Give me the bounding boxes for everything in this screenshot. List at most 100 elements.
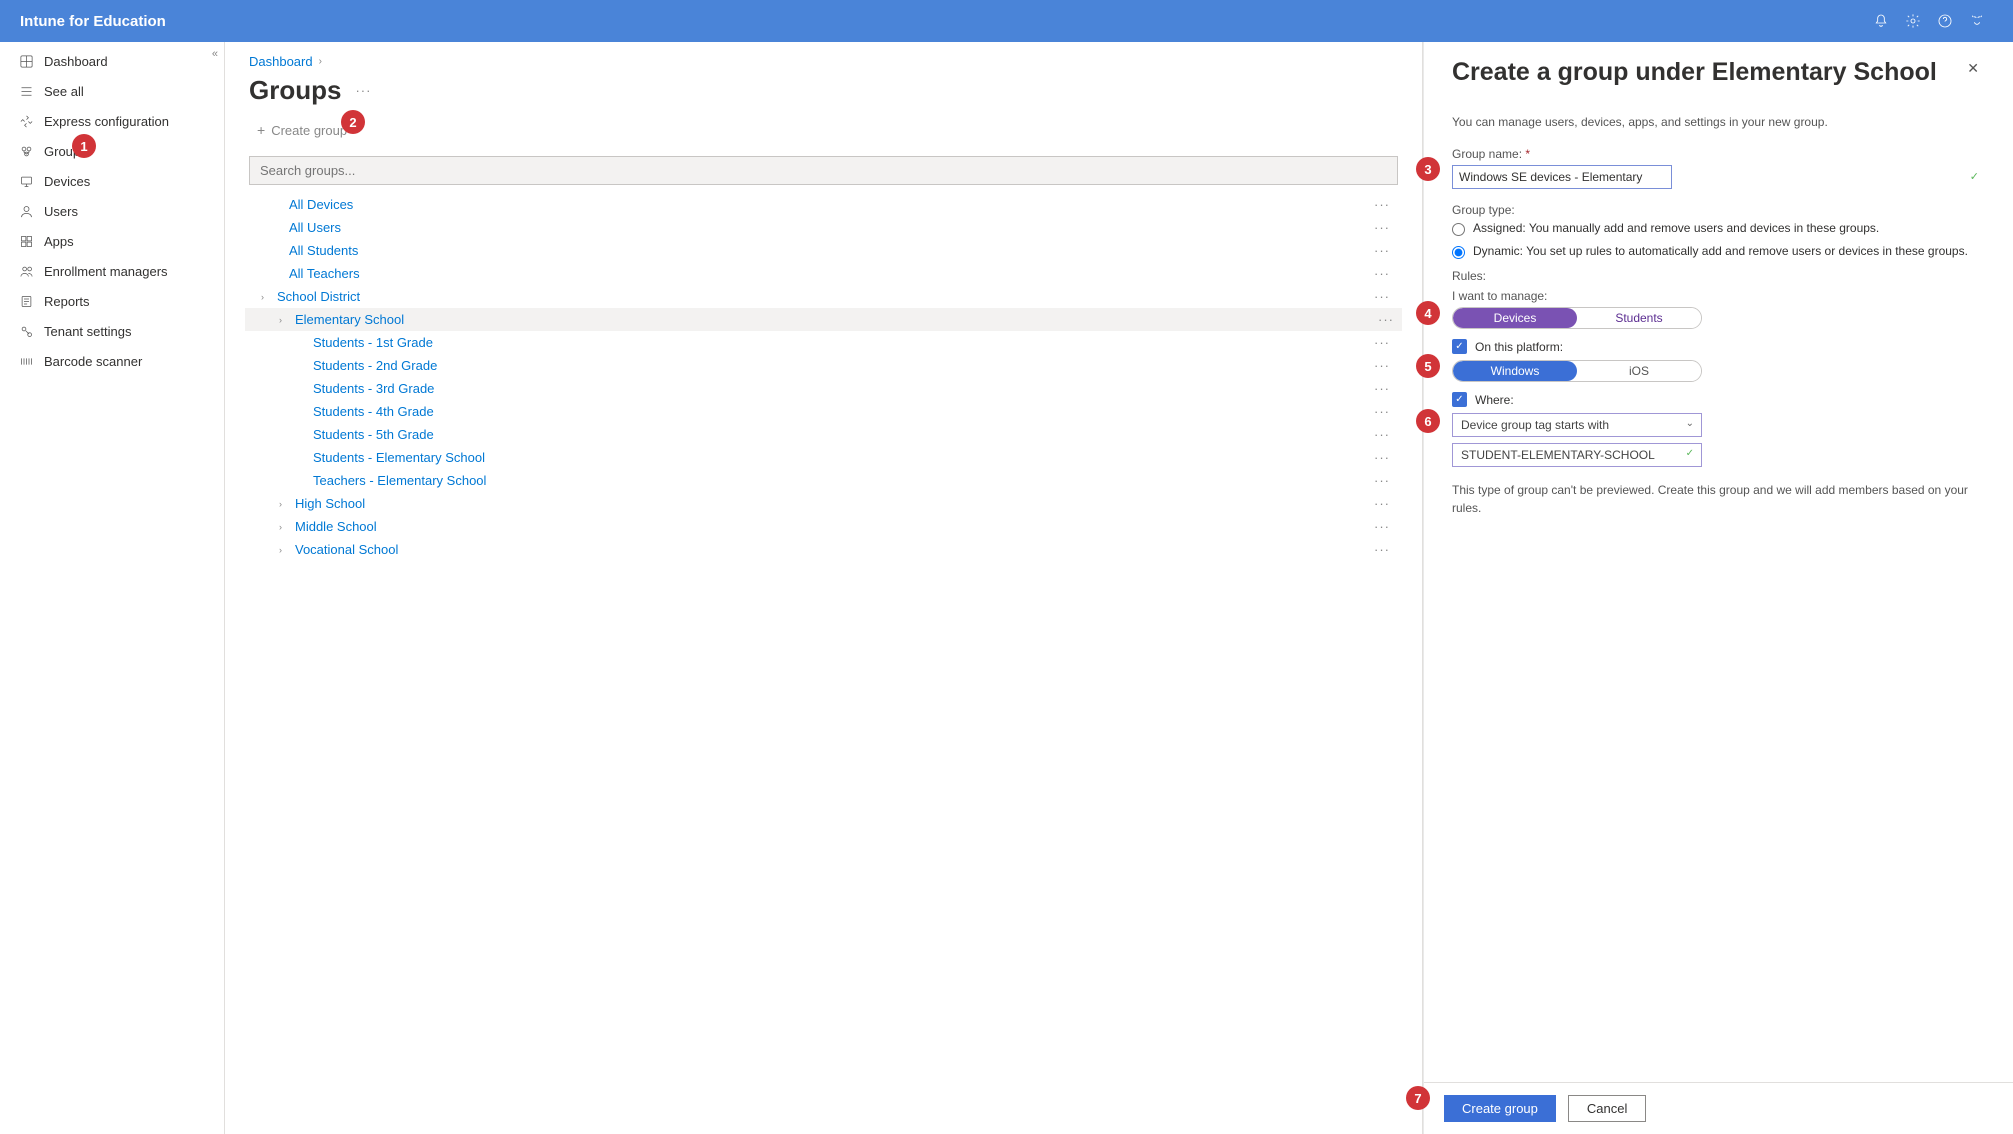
platform-toggle[interactable]: Windows iOS — [1452, 360, 1702, 382]
more-icon[interactable]: ··· — [1370, 197, 1394, 212]
nav-icon — [18, 53, 34, 69]
checkbox-icon[interactable]: ✓ — [1452, 392, 1467, 407]
tree-label[interactable]: Students - 2nd Grade — [249, 358, 437, 373]
tree-label[interactable]: ›Vocational School — [249, 542, 398, 557]
cancel-button[interactable]: Cancel — [1568, 1095, 1646, 1122]
help-icon[interactable] — [1929, 5, 1961, 37]
tree-label[interactable]: ›Middle School — [249, 519, 377, 534]
tree-row[interactable]: All Teachers ··· — [249, 262, 1398, 285]
page-title: Groups — [249, 75, 341, 106]
tree-label[interactable]: Students - 3rd Grade — [249, 381, 434, 396]
pill-windows[interactable]: Windows — [1453, 361, 1577, 381]
annotation-badge: 5 — [1416, 354, 1440, 378]
tree-row[interactable]: ›High School ··· — [249, 492, 1398, 515]
more-icon[interactable]: ··· — [1370, 427, 1394, 442]
notification-icon[interactable] — [1865, 5, 1897, 37]
nav-icon — [18, 203, 34, 219]
collapse-icon[interactable]: « — [212, 48, 218, 60]
create-group-submit[interactable]: Create group — [1444, 1095, 1556, 1122]
gear-icon[interactable] — [1897, 5, 1929, 37]
manage-toggle[interactable]: Devices Students — [1452, 307, 1702, 329]
search-input[interactable] — [249, 156, 1398, 185]
tree-row[interactable]: Students - 2nd Grade ··· — [249, 354, 1398, 377]
nav-item-enrollment-managers[interactable]: Enrollment managers — [0, 256, 224, 286]
tree-label[interactable]: Students - 1st Grade — [249, 335, 433, 350]
radio-assigned[interactable]: Assigned: You manually add and remove us… — [1452, 221, 1985, 236]
tree-label[interactable]: ›High School — [249, 496, 365, 511]
tree-row[interactable]: All Students ··· — [249, 239, 1398, 262]
more-icon[interactable]: ··· — [1370, 243, 1394, 258]
tree-label[interactable]: Students - Elementary School — [249, 450, 485, 465]
tree-row[interactable]: ›School District ··· — [249, 285, 1398, 308]
more-icon[interactable]: ··· — [1370, 220, 1394, 235]
tree-row[interactable]: Students - 1st Grade ··· — [249, 331, 1398, 354]
panel-title: Create a group under Elementary School — [1452, 58, 1937, 87]
close-icon[interactable]: ✕ — [1961, 58, 1985, 79]
breadcrumb[interactable]: Dashboard › — [249, 54, 1398, 69]
app-title: Intune for Education — [20, 13, 166, 30]
nav-item-users[interactable]: Users — [0, 196, 224, 226]
tag-value-input[interactable]: STUDENT-ELEMENTARY-SCHOOL — [1452, 443, 1702, 467]
pill-students[interactable]: Students — [1577, 308, 1701, 328]
tree-label[interactable]: Students - 5th Grade — [249, 427, 434, 442]
more-icon[interactable]: ··· — [1370, 266, 1394, 281]
tree-row[interactable]: Students - 3rd Grade ··· — [249, 377, 1398, 400]
more-icon[interactable]: ··· — [1370, 473, 1394, 488]
chevron-right-icon: › — [261, 292, 271, 302]
more-icon[interactable]: ··· — [1370, 542, 1394, 557]
tree-label[interactable]: All Devices — [249, 197, 353, 212]
where-check[interactable]: ✓ Where: — [1452, 392, 1985, 407]
tree-row[interactable]: ›Elementary School ··· — [245, 308, 1402, 331]
nav-icon — [18, 83, 34, 99]
platform-check[interactable]: ✓ On this platform: — [1452, 339, 1985, 354]
feedback-icon[interactable] — [1961, 5, 1993, 37]
tree-row[interactable]: All Devices ··· — [249, 193, 1398, 216]
tree-row[interactable]: Students - 5th Grade ··· — [249, 423, 1398, 446]
more-icon[interactable]: ··· — [1370, 496, 1394, 511]
nav-item-reports[interactable]: Reports — [0, 286, 224, 316]
check-icon: ✓ — [1970, 170, 1979, 183]
tree-row[interactable]: ›Vocational School ··· — [249, 538, 1398, 561]
tree-label[interactable]: ›Elementary School — [249, 312, 404, 327]
pill-devices[interactable]: Devices — [1453, 308, 1577, 328]
nav-item-see-all[interactable]: See all — [0, 76, 224, 106]
tree-label[interactable]: ›School District — [249, 289, 360, 304]
more-icon[interactable]: ··· — [355, 83, 371, 98]
nav-item-groups[interactable]: Groups — [0, 136, 224, 166]
tree-label[interactable]: All Users — [249, 220, 341, 235]
tree-label[interactable]: Students - 4th Grade — [249, 404, 434, 419]
chevron-right-icon: › — [279, 315, 289, 325]
tree-row[interactable]: ›Middle School ··· — [249, 515, 1398, 538]
more-icon[interactable]: ··· — [1370, 289, 1394, 304]
more-icon[interactable]: ··· — [1370, 450, 1394, 465]
more-icon[interactable]: ··· — [1370, 358, 1394, 373]
content-area: Dashboard › Groups ··· + Create group Al… — [225, 42, 1423, 1134]
tree-row[interactable]: Students - 4th Grade ··· — [249, 400, 1398, 423]
create-group-button[interactable]: + Create group — [249, 116, 1398, 144]
more-icon[interactable]: ··· — [1370, 404, 1394, 419]
group-name-input[interactable] — [1452, 165, 1672, 189]
group-type-label: Group type: — [1452, 203, 1985, 217]
nav-item-dashboard[interactable]: Dashboard — [0, 46, 224, 76]
tree-label[interactable]: All Teachers — [249, 266, 360, 281]
radio-dynamic[interactable]: Dynamic: You set up rules to automatical… — [1452, 244, 1985, 259]
tree-label[interactable]: Teachers - Elementary School — [249, 473, 486, 488]
tree-label[interactable]: All Students — [249, 243, 358, 258]
nav-item-apps[interactable]: Apps — [0, 226, 224, 256]
nav-item-express-configuration[interactable]: Express configuration — [0, 106, 224, 136]
where-select[interactable]: Device group tag starts with — [1452, 413, 1702, 437]
checkbox-icon[interactable]: ✓ — [1452, 339, 1467, 354]
pill-ios[interactable]: iOS — [1577, 361, 1701, 381]
tree-row[interactable]: Teachers - Elementary School ··· — [249, 469, 1398, 492]
tree-row[interactable]: Students - Elementary School ··· — [249, 446, 1398, 469]
nav-item-barcode-scanner[interactable]: Barcode scanner — [0, 346, 224, 376]
nav-item-devices[interactable]: Devices — [0, 166, 224, 196]
more-icon[interactable]: ··· — [1374, 312, 1398, 327]
tree-row[interactable]: All Users ··· — [249, 216, 1398, 239]
more-icon[interactable]: ··· — [1370, 381, 1394, 396]
nav-item-tenant-settings[interactable]: Tenant settings — [0, 316, 224, 346]
more-icon[interactable]: ··· — [1370, 519, 1394, 534]
group-tree: All Devices ··· All Users ··· All Students ··… — [249, 193, 1398, 561]
more-icon[interactable]: ··· — [1370, 335, 1394, 350]
breadcrumb-item[interactable]: Dashboard — [249, 54, 313, 69]
